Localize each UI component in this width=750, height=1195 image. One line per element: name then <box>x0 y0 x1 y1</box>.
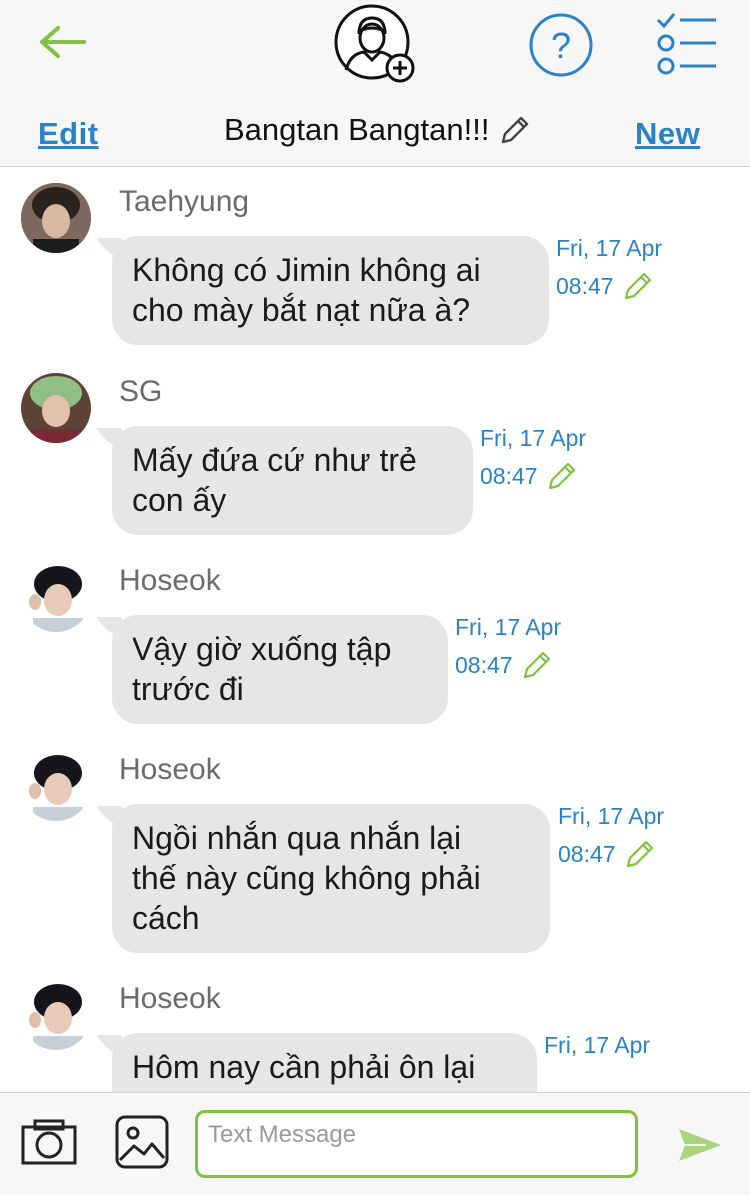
sender-name: Taehyung <box>119 185 250 218</box>
message-text-line: Ngồi nhắn qua nhắn lại <box>132 820 462 856</box>
message-bubble[interactable]: Ngồi nhắn qua nhắn lại thế này cũng khôn… <box>112 804 550 953</box>
message-meta: Fri, 17 Apr 08:47 <box>455 608 561 684</box>
avatar[interactable] <box>21 751 91 821</box>
message-text-line: cho mày bắt nạt nữa à? <box>132 292 471 328</box>
message-text-line: thế này cũng không phải <box>132 860 481 896</box>
edit-message-icon[interactable] <box>624 838 656 870</box>
avatar[interactable] <box>21 183 91 253</box>
camera-icon[interactable] <box>20 1118 78 1166</box>
checklist-icon[interactable] <box>654 10 718 76</box>
message-bubble[interactable]: Không có Jimin không ai cho mày bắt nạt … <box>112 236 549 345</box>
question-circle-icon[interactable]: ? <box>528 12 594 78</box>
message-item: Hoseok Ngồi nhắn qua nhắn lại thế này cũ… <box>0 735 750 965</box>
message-item: Taehyung Không có Jimin không ai cho mày… <box>0 167 750 357</box>
chat-title[interactable]: Bangtan Bangtan!!! <box>224 110 531 150</box>
message-text-line: Hôm nay cần phải ôn lại <box>132 1049 476 1085</box>
message-item: SG Mấy đứa cứ như trẻ con ấy Fri, 17 Apr… <box>0 357 750 547</box>
message-time: 08:47 <box>455 652 513 678</box>
avatar[interactable] <box>21 562 91 632</box>
message-date: Fri, 17 Apr <box>455 614 562 640</box>
person-add-icon[interactable] <box>332 4 418 86</box>
message-text-line: Không có Jimin không ai <box>132 252 481 288</box>
message-meta: Fri, 17 Apr <box>544 1026 650 1064</box>
sender-name: SG <box>119 375 163 408</box>
message-meta: Fri, 17 Apr 08:47 <box>556 229 662 305</box>
image-icon[interactable] <box>114 1114 170 1170</box>
message-meta: Fri, 17 Apr 08:47 <box>480 419 586 495</box>
message-bubble[interactable]: Hôm nay cần phải ôn lại <box>112 1033 537 1092</box>
edit-message-icon[interactable] <box>521 649 553 681</box>
message-list[interactable]: Taehyung Không có Jimin không ai cho mày… <box>0 167 750 1092</box>
message-date: Fri, 17 Apr <box>480 425 587 451</box>
message-bubble[interactable]: Mấy đứa cứ như trẻ con ấy <box>112 426 473 535</box>
avatar[interactable] <box>21 980 91 1050</box>
edit-link[interactable]: Edit <box>38 116 99 152</box>
message-text-line: trước đi <box>132 671 244 707</box>
message-text-line: cách <box>132 900 200 936</box>
message-input[interactable] <box>195 1110 638 1178</box>
message-text-line: Vậy giờ xuống tập <box>132 631 392 667</box>
message-meta: Fri, 17 Apr 08:47 <box>558 797 664 873</box>
message-date: Fri, 17 Apr <box>544 1032 651 1058</box>
message-item: Hoseok Hôm nay cần phải ôn lại Fri, 17 A… <box>0 964 750 1092</box>
message-bubble[interactable]: Vậy giờ xuống tập trước đi <box>112 615 448 724</box>
send-icon[interactable] <box>676 1125 724 1165</box>
avatar[interactable] <box>21 373 91 443</box>
edit-message-icon[interactable] <box>622 270 654 302</box>
new-link[interactable]: New <box>635 116 700 152</box>
back-arrow-icon[interactable] <box>36 22 88 62</box>
sender-name: Hoseok <box>119 982 221 1015</box>
top-bar: ? Edit Bangtan Bangtan!!! New <box>0 0 750 167</box>
chat-title-text: Bangtan Bangtan!!! <box>224 112 490 147</box>
message-date: Fri, 17 Apr <box>558 803 665 829</box>
message-text-line: con ấy <box>132 482 227 518</box>
message-time: 08:47 <box>480 463 538 489</box>
message-item: Hoseok Vậy giờ xuống tập trước đi Fri, 1… <box>0 546 750 736</box>
message-time: 08:47 <box>556 273 614 299</box>
sender-name: Hoseok <box>119 753 221 786</box>
message-text-line: Mấy đứa cứ như trẻ <box>132 442 417 478</box>
pencil-icon[interactable] <box>499 114 531 146</box>
sender-name: Hoseok <box>119 564 221 597</box>
svg-text:?: ? <box>551 25 571 66</box>
composer-bar <box>0 1092 750 1195</box>
edit-message-icon[interactable] <box>546 460 578 492</box>
message-date: Fri, 17 Apr <box>556 235 663 261</box>
message-time: 08:47 <box>558 841 616 867</box>
